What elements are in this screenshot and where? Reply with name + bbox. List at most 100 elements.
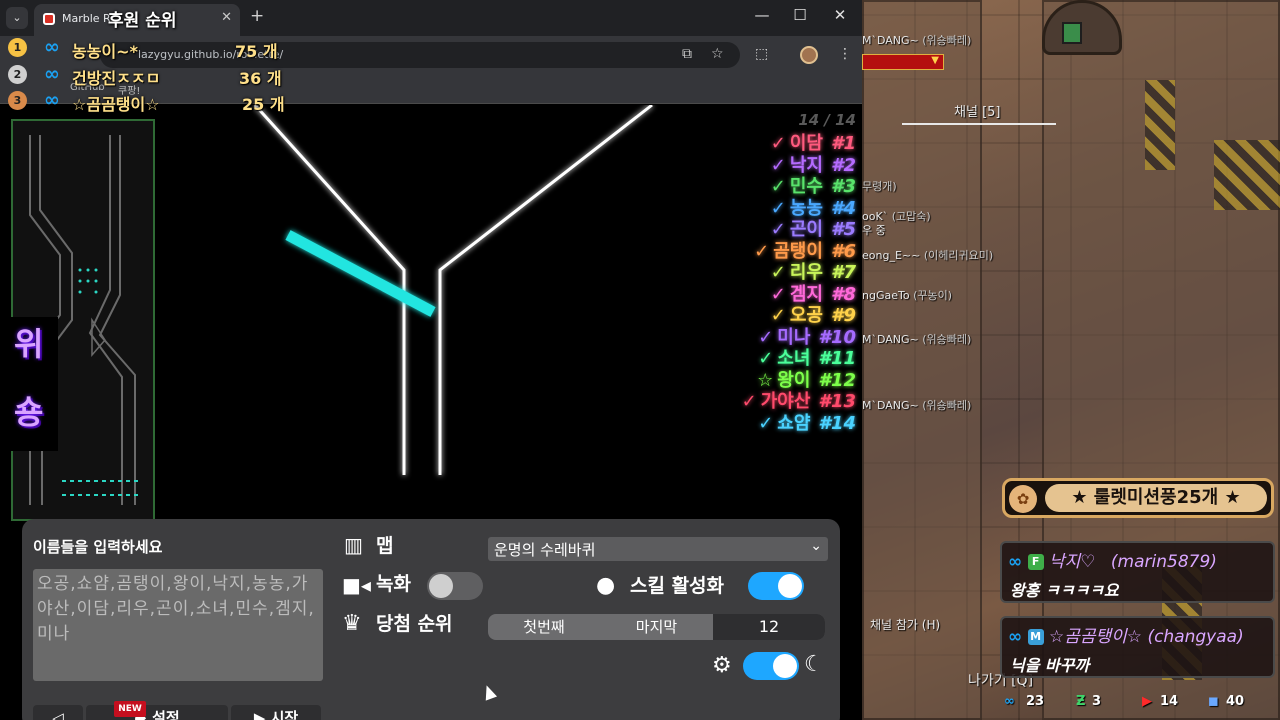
mission-text: ★ 룰렛미션풍25개 ★ [1045,484,1267,512]
winner-row: ✓ 소녀 #11 [656,344,856,369]
winner-row: ✓ 겜지 #8 [656,280,856,305]
mission-banner: ✿ ★ 룰렛미션풍25개 ★ [1002,478,1274,518]
new-badge: NEW [114,701,146,717]
progress-counter: 14 / 14 [798,111,856,129]
chat-user-name: 낙지♡ [1048,552,1096,572]
funnel-walls [253,105,653,475]
skill-label: 스킬 활성화 [630,575,725,597]
chat-card: ∞ M ☆곰곰탱이☆ (changyaa) 닉을 바꾸까 [1000,616,1275,678]
second-count: 3 [1092,694,1102,709]
speaker-icon: ◁ [52,709,64,720]
weeseong-side-label: 위 숑 [10,317,58,451]
join-channel-label[interactable]: 채널 참가 (H) [870,616,940,633]
chat-line: ngGaeTo (꾸농이) [862,289,953,302]
tab-title: Marble R [62,12,111,25]
chat-line: 우 중 [862,224,886,237]
donation-row: 3 ∞ ☆곰곰탱이☆ 25 개 [8,89,298,114]
winner-row: ✓ 쇼얌 #14 [656,409,856,434]
extensions-icon[interactable]: ⬚ [755,46,768,62]
install-app-icon[interactable]: ⧉ [682,46,692,62]
maximize-button[interactable]: ☐ [780,6,820,24]
new-tab-button[interactable]: + [250,6,264,26]
platform-icon: ◼ [1208,694,1219,709]
chat-user-name: ☆곰곰탱이☆ [1048,627,1143,647]
play-icon: ▶ [253,709,271,720]
rank-selector[interactable]: 첫번째 마지막 12 [488,614,825,640]
winner-row: ✓ 낙지 #2 [656,151,856,176]
chat-line: eong_E~~ (이헤리귀요미) [862,249,994,262]
channel-underline [902,123,1056,125]
channel-dropdown[interactable]: ▼ [862,54,944,70]
channel-header: 채널 [5] [954,105,1001,120]
rank-medal-icon: 2 [8,65,27,84]
last-option[interactable]: 마지막 [600,614,713,640]
tab-close-icon[interactable]: ✕ [221,10,232,25]
skill-toggle[interactable] [748,572,804,600]
winner-row: ✓ 이담 #1 [656,129,856,154]
chat-message: 왕홍 ㅋㅋㅋㅋ요 [1010,581,1119,600]
donor-name: 건방진ㅈㅈㅁ [72,69,161,88]
chevron-down-icon: ⌄ [810,538,822,554]
start-button-label: 시작 [270,709,299,720]
bomb-icon: ● [596,573,616,598]
infinity-icon: ∞ [44,89,60,111]
level-badge: M [1027,629,1044,645]
map-select-value: 운명의 수레바퀴 [494,541,596,559]
tab-favicon-icon [43,13,55,25]
chat-line: 무령개) [862,180,897,193]
trophy-icon: ♛ [342,611,362,636]
video-camera-icon: ■◂ [342,573,371,597]
names-label: 이름들을 입력하세요 [33,538,163,556]
rank-label: 당첨 순위 [376,613,453,635]
profile-avatar[interactable] [800,46,818,64]
donation-count: 75 개 [235,42,278,61]
stream-background: M`DANG~ (위숑빠레) ▼ 채널 [5] 무령개) ooK` (고맙숙) … [862,0,1280,720]
settings-panel: 이름들을 입력하세요 오공,쇼얌,곰탱이,왕이,낙지,농농,가야산,이담,리우,… [22,519,840,720]
level-badge: F [1027,554,1044,570]
map-select[interactable]: 운명의 수레바퀴 ⌄ [488,537,828,561]
chat-user-id: (changyaa) [1147,627,1244,647]
side-label-char: 숑 [14,393,44,431]
donation-row: 2 ∞ 건방진ㅈㅈㅁ 36 개 [8,63,298,88]
start-button[interactable]: ▶ 시작 [231,705,321,720]
names-textarea[interactable]: 오공,쇼얌,곰탱이,왕이,낙지,농농,가야산,이담,리우,곤이,소녀,민수,겜지… [33,569,323,681]
toggle-knob [429,574,453,598]
winner-list: ✓ 이담 #1 ✓ 낙지 #2 ✓ 민수 #3 ✓ 농농 #4 ✓ 곤이 #5 ✓ 곰탱이 #6 ✓ 리우 #7 ✓ 겜지 #… [656,129,856,434]
record-toggle[interactable] [427,572,483,600]
youtube-icon: ▶ [1142,694,1152,709]
bookmark-star-icon[interactable]: ☆ [711,46,724,62]
dropdown-caret-icon: ▼ [931,55,939,66]
winner-row: ✓ 미나 #10 [656,323,856,348]
rank-number-input[interactable]: 12 [713,614,825,640]
menu-kebab-icon[interactable]: ⋮ [838,46,852,62]
mute-button[interactable]: ◁ [33,705,83,720]
spinner-bar [285,230,436,317]
rank-medal-icon: 1 [8,38,27,57]
tab-search-button[interactable]: ⌄ [6,7,28,29]
first-option[interactable]: 첫번째 [488,614,600,640]
infinity-icon: ∞ [1008,552,1023,572]
winner-row: ✓ 오공 #9 [656,301,856,326]
donation-ranking-title: 후원 순위 [108,11,177,31]
dark-theme-toggle[interactable] [743,652,799,680]
chat-line: M`DANG~ (위숑빠레) [862,399,972,412]
viewer-stats-bar: ∞ 23 Ƶ 3 ▶ 14 ◼ 40 [1000,690,1280,718]
settings-button[interactable]: ➦ 설정 [86,705,228,720]
winner-name: 쇼얌 [777,412,811,434]
chat-username: ∞ F 낙지♡ (marin5879) [1008,547,1217,572]
infinity-icon: ∞ [1004,694,1015,709]
minimize-button[interactable]: — [742,6,782,24]
other-count: 40 [1226,694,1245,709]
toggle-knob [773,654,797,678]
donor-name: ☆곰곰탱이☆ [72,95,160,114]
side-label-char: 위 [14,325,44,363]
moon-icon: ☾ [804,652,824,677]
toggle-knob [778,574,802,598]
check-icon: ✓ [758,412,774,434]
chat-line: M`DANG~ (위숑빠레) [862,333,972,346]
map-icon: ▥ [344,533,363,557]
winner-row: ☆ 왕이 #12 [656,366,856,391]
record-label: 녹화 [376,573,411,595]
close-window-button[interactable]: ✕ [820,6,860,24]
winner-row: ✓ 곤이 #5 [656,215,856,240]
